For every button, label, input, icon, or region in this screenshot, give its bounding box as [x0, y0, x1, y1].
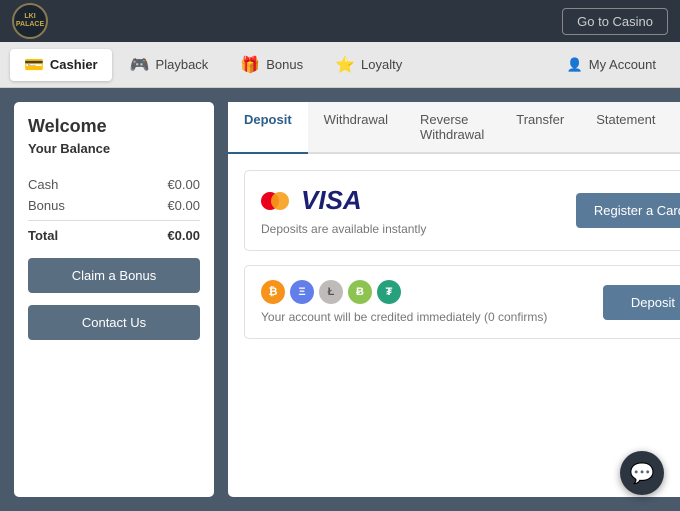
litecoin-icon: Ł [319, 280, 343, 304]
main-content: Welcome Your Balance Cash €0.00 Bonus €0… [0, 88, 680, 511]
cash-balance-row: Cash €0.00 [28, 174, 200, 195]
my-account-icon: 👤 [567, 57, 583, 73]
logo[interactable]: LKI PALACE [12, 3, 48, 39]
bonus-value: €0.00 [167, 198, 200, 213]
tab-statement[interactable]: Statement [580, 102, 671, 154]
nav-tab-playback[interactable]: 🎮 Playback [116, 49, 223, 81]
top-bar: LKI PALACE Go to Casino [0, 0, 680, 42]
balance-title: Your Balance [28, 141, 200, 156]
go-to-casino-button[interactable]: Go to Casino [562, 8, 668, 35]
tab-content: VISA Deposits are available instantly Re… [228, 154, 680, 355]
tab-bar: Deposit Withdrawal Reverse Withdrawal Tr… [228, 102, 680, 154]
bitcoin-icon: ₿ [261, 280, 285, 304]
loyalty-icon: ⭐ [335, 55, 355, 75]
deposit-button[interactable]: Deposit [603, 285, 680, 320]
playback-icon: 🎮 [130, 55, 150, 75]
visa-logo: VISA [261, 185, 426, 216]
total-value: €0.00 [167, 228, 200, 243]
nav-tab-loyalty[interactable]: ⭐ Loyalty [321, 49, 416, 81]
nav-tab-bonus[interactable]: 🎁 Bonus [226, 49, 317, 81]
bonus-icon: 🎁 [240, 55, 260, 75]
cash-label: Cash [28, 177, 58, 192]
logo-text: LKI PALACE [14, 13, 46, 28]
mastercard-right-circle [271, 192, 289, 210]
cashier-icon: 💳 [24, 55, 44, 75]
support-icon: 💬 [630, 461, 655, 486]
nav-tabs: 💳 Cashier 🎮 Playback 🎁 Bonus ⭐ Loyalty [10, 49, 416, 81]
crypto-payment-section: ₿ Ξ Ł Ƀ ₮ Your account will be credited … [244, 265, 680, 339]
balance-section: Cash €0.00 Bonus €0.00 Total €0.00 [28, 174, 200, 246]
tab-withdrawal[interactable]: Withdrawal [308, 102, 404, 154]
nav-tab-cashier[interactable]: 💳 Cashier [10, 49, 112, 81]
tether-icon: ₮ [377, 280, 401, 304]
tab-transfer[interactable]: Transfer [500, 102, 580, 154]
welcome-title: Welcome [28, 116, 200, 137]
visa-text: VISA [301, 185, 362, 216]
my-account-label: My Account [589, 57, 656, 72]
visa-payment-section: VISA Deposits are available instantly Re… [244, 170, 680, 251]
visa-payment-left: VISA Deposits are available instantly [261, 185, 426, 236]
total-balance-row: Total €0.00 [28, 225, 200, 246]
register-card-button[interactable]: Register a Card [576, 193, 680, 228]
crypto-desc-text: Your account will be credited immediatel… [261, 310, 547, 324]
ethereum-icon: Ξ [290, 280, 314, 304]
right-panel: Deposit Withdrawal Reverse Withdrawal Tr… [228, 102, 680, 497]
bonus-balance-row: Bonus €0.00 [28, 195, 200, 216]
bitcoin-cash-icon: Ƀ [348, 280, 372, 304]
tab-reverse-withdrawal[interactable]: Reverse Withdrawal [404, 102, 500, 154]
nav-tab-playback-label: Playback [156, 57, 209, 72]
tab-deposit[interactable]: Deposit [228, 102, 308, 154]
nav-tab-loyalty-label: Loyalty [361, 57, 402, 72]
my-account-button[interactable]: 👤 My Account [553, 51, 670, 79]
balance-divider [28, 220, 200, 221]
secondary-nav: 💳 Cashier 🎮 Playback 🎁 Bonus ⭐ Loyalty 👤… [0, 42, 680, 88]
claim-bonus-button[interactable]: Claim a Bonus [28, 258, 200, 293]
tab-verify-id[interactable]: Verify ID [671, 102, 680, 154]
bonus-label: Bonus [28, 198, 65, 213]
total-label: Total [28, 228, 58, 243]
mastercard-icon [261, 190, 293, 212]
support-fab[interactable]: 💬 [620, 451, 664, 495]
sidebar: Welcome Your Balance Cash €0.00 Bonus €0… [14, 102, 214, 497]
crypto-icons: ₿ Ξ Ł Ƀ ₮ [261, 280, 547, 304]
cash-value: €0.00 [167, 177, 200, 192]
deposits-available-text: Deposits are available instantly [261, 222, 426, 236]
crypto-left: ₿ Ξ Ł Ƀ ₮ Your account will be credited … [261, 280, 547, 324]
contact-us-button[interactable]: Contact Us [28, 305, 200, 340]
nav-tab-bonus-label: Bonus [266, 57, 303, 72]
nav-tab-cashier-label: Cashier [50, 57, 98, 72]
